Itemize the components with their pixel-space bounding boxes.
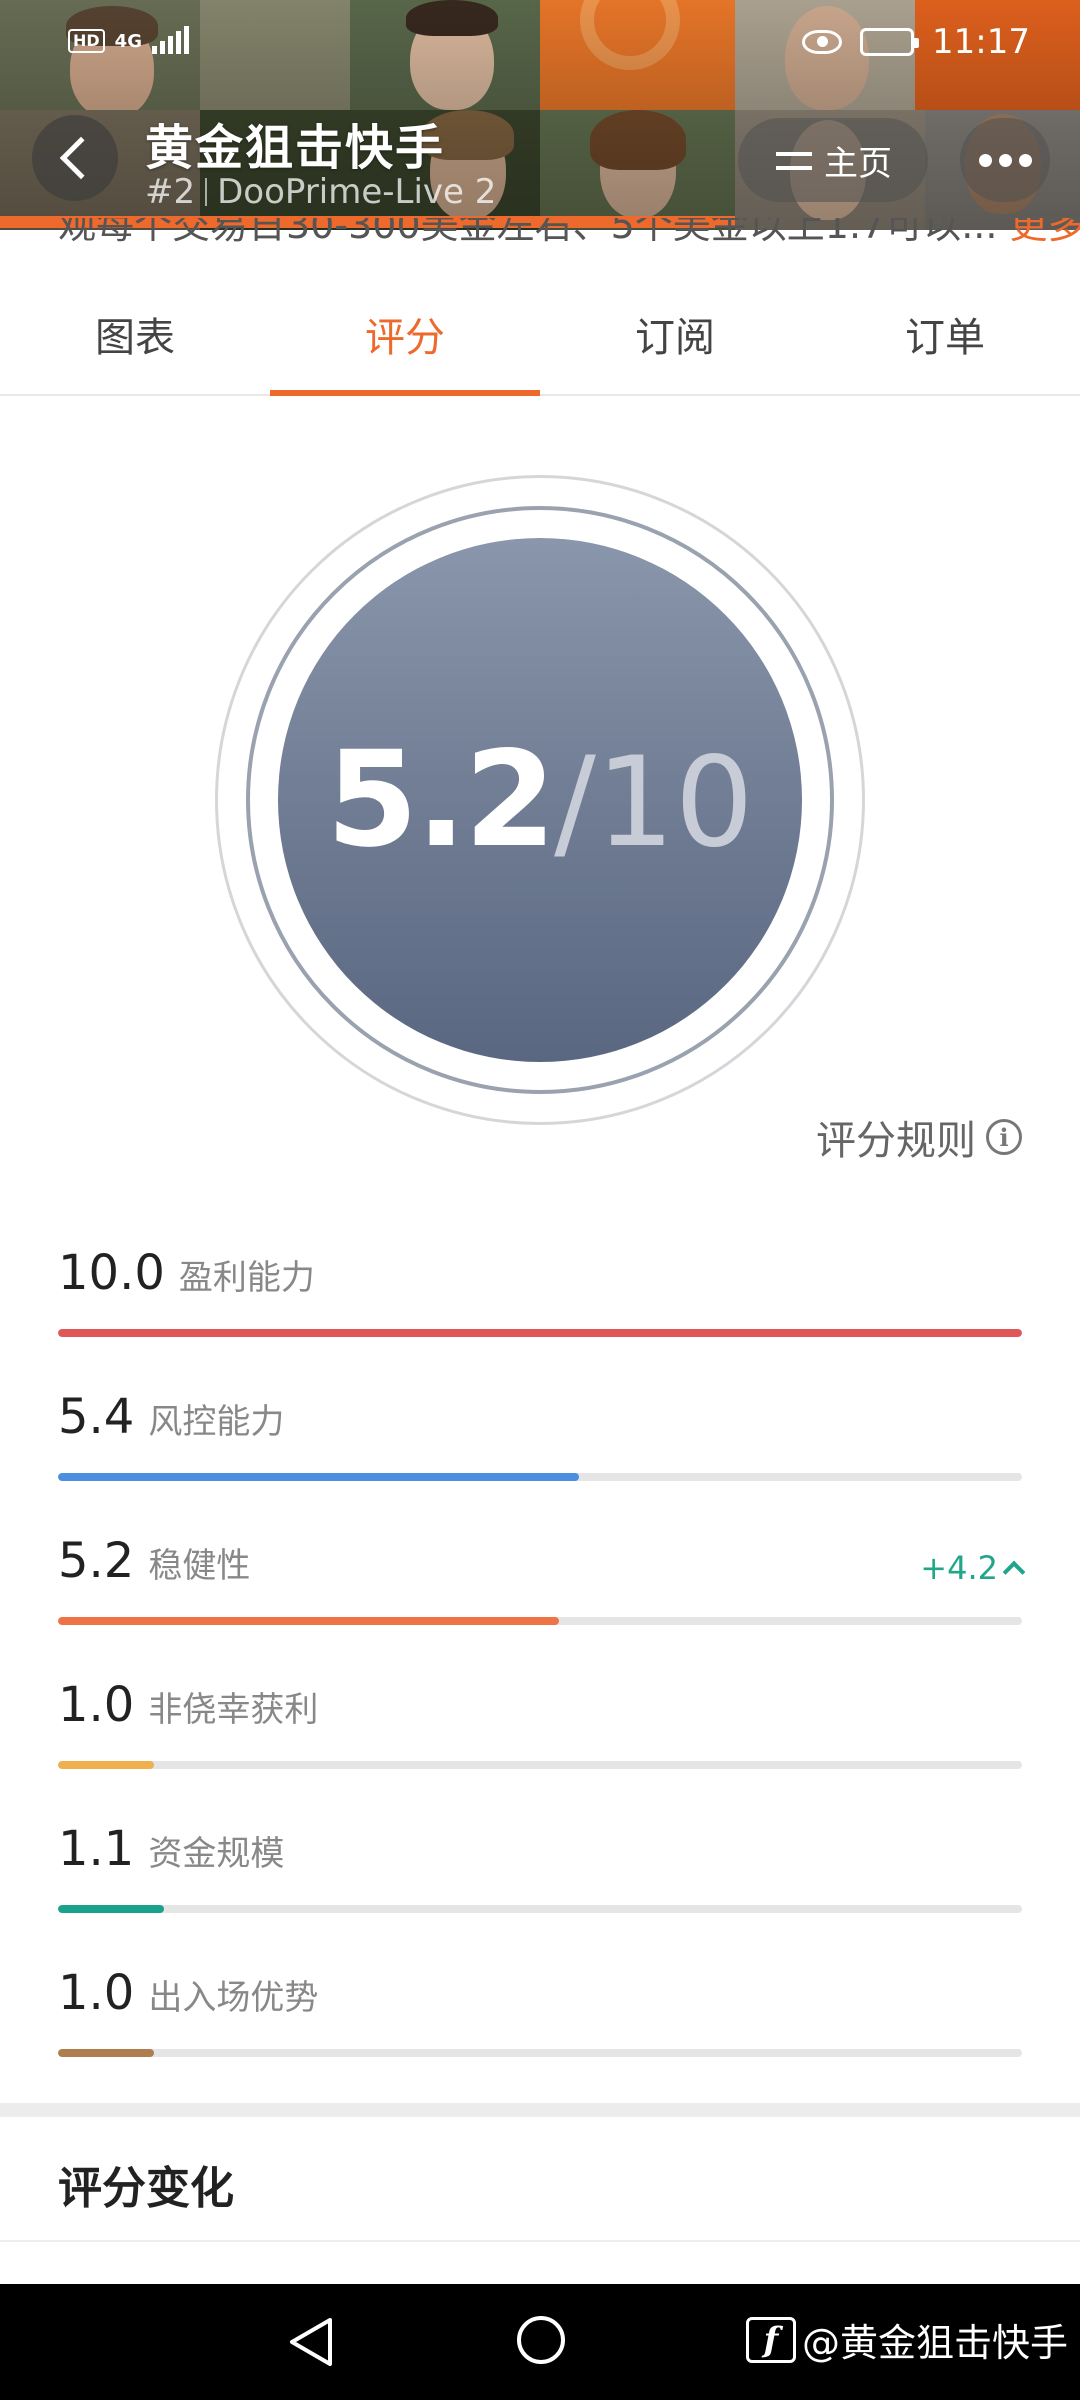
metric-progress-track <box>58 1761 1022 1769</box>
status-bar: HD 4G 11:17 <box>0 22 1080 72</box>
section-title-rating-change: 评分变化 <box>58 2163 234 2214</box>
profile-header: HD 4G 11:17 黄金狙击快手 #2 DooPrime-Live 2 主页 <box>0 0 1080 230</box>
metric-value: 5.4 <box>58 1389 135 1445</box>
battery-icon <box>860 28 920 56</box>
swap-icon <box>774 144 814 176</box>
info-icon: i <box>986 1119 1022 1155</box>
tab-subscribe[interactable]: 订阅 <box>540 290 810 394</box>
facebook-icon: f <box>746 2316 796 2363</box>
chevron-up-icon <box>1002 1560 1026 1584</box>
metric-row-risk-control: 5.4 风控能力 <box>58 1389 1022 1533</box>
score-max: /10 <box>554 731 754 875</box>
system-nav-bar: f @黄金狙击快手 <box>0 2284 1080 2400</box>
home-button[interactable]: 主页 <box>738 118 928 202</box>
watermark: f @黄金狙击快手 <box>746 2312 1068 2367</box>
metric-progress-track <box>58 1617 1022 1625</box>
tab-bar: 图表 评分 订阅 订单 <box>0 290 1080 396</box>
metric-progress-fill <box>58 1905 165 1913</box>
divider <box>205 178 208 206</box>
metric-progress-track <box>58 1329 1022 1337</box>
metric-value: 1.0 <box>58 1965 135 2021</box>
chevron-left-icon <box>59 136 103 180</box>
eye-comfort-icon <box>802 30 843 54</box>
metric-label: 稳健性 <box>148 1546 251 1586</box>
hd-badge: HD <box>68 29 105 53</box>
metric-list: 10.0 盈利能力 5.4 风控能力 5.2 稳健性 +4.2 1.0 非侥幸获… <box>58 1245 1026 2109</box>
metric-progress-fill <box>58 1617 560 1625</box>
more-options-button[interactable] <box>960 118 1050 202</box>
metric-row-entry-exit-advantage: 1.0 出入场优势 <box>58 1965 1022 2109</box>
circle-home-icon <box>517 2316 565 2364</box>
metric-label: 风控能力 <box>148 1402 285 1442</box>
metric-label: 盈利能力 <box>178 1258 315 1298</box>
rating-rules-link[interactable]: 评分规则 i <box>816 1108 1022 1166</box>
section-separator <box>0 2103 1080 2117</box>
metric-progress-track <box>58 1905 1022 1913</box>
metric-row-non-luck-profit: 1.0 非侥幸获利 <box>58 1677 1022 1821</box>
triangle-back-icon <box>290 2318 332 2366</box>
metric-progress-fill <box>58 2049 155 2057</box>
metric-value: 1.1 <box>58 1821 135 1877</box>
metric-progress-fill <box>58 1473 579 1481</box>
signal-icon <box>151 26 189 54</box>
metric-label: 出入场优势 <box>148 1978 319 2018</box>
tab-rating[interactable]: 评分 <box>270 290 540 396</box>
metric-delta: +4.2 <box>920 1549 1026 1587</box>
score-circle: 5.2 /10 <box>278 538 802 1062</box>
home-button-label: 主页 <box>824 143 892 184</box>
metric-value: 1.0 <box>58 1677 135 1733</box>
account-subtitle: #2 DooPrime-Live 2 <box>145 172 496 212</box>
account-name: DooPrime-Live 2 <box>217 172 497 212</box>
page-title: 黄金狙击快手 <box>145 120 446 176</box>
score-value: 5.2 <box>326 723 556 877</box>
metric-value: 10.0 <box>58 1245 165 1301</box>
metric-progress-fill <box>58 1329 1022 1337</box>
metric-row-profitability: 10.0 盈利能力 <box>58 1245 1022 1389</box>
back-button[interactable] <box>32 115 118 201</box>
score-display: 5.2 /10 <box>326 723 753 877</box>
metric-progress-track <box>58 1473 1022 1481</box>
network-type: 4G <box>114 30 142 52</box>
tab-orders[interactable]: 订单 <box>810 290 1080 394</box>
more-dots-icon <box>978 153 992 167</box>
nav-back-button[interactable] <box>284 2314 338 2370</box>
rank-label: #2 <box>145 172 196 212</box>
description-text: 观每个交易日30-300美金左右、5个美金以上1.7可以... <box>58 218 1010 242</box>
description-peek: 观每个交易日30-300美金左右、5个美金以上1.7可以... 更多 <box>58 218 1080 242</box>
metric-label: 资金规模 <box>148 1834 285 1874</box>
metric-progress-track <box>58 2049 1022 2057</box>
nav-home-button[interactable] <box>514 2312 568 2368</box>
divider <box>0 2240 1080 2242</box>
watermark-text: @黄金狙击快手 <box>802 2321 1069 2365</box>
metric-delta-value: +4.2 <box>920 1549 998 1587</box>
metric-row-capital-scale: 1.1 资金规模 <box>58 1821 1022 1965</box>
rating-rules-label: 评分规则 <box>816 1118 976 1164</box>
metric-progress-fill <box>58 1761 155 1769</box>
status-time: 11:17 <box>932 22 1030 62</box>
metric-label: 非侥幸获利 <box>148 1690 319 1730</box>
more-link[interactable]: 更多 <box>1010 218 1080 242</box>
metric-value: 5.2 <box>58 1533 135 1589</box>
tab-chart[interactable]: 图表 <box>0 290 270 394</box>
metric-row-stability: 5.2 稳健性 +4.2 <box>58 1533 1026 1677</box>
